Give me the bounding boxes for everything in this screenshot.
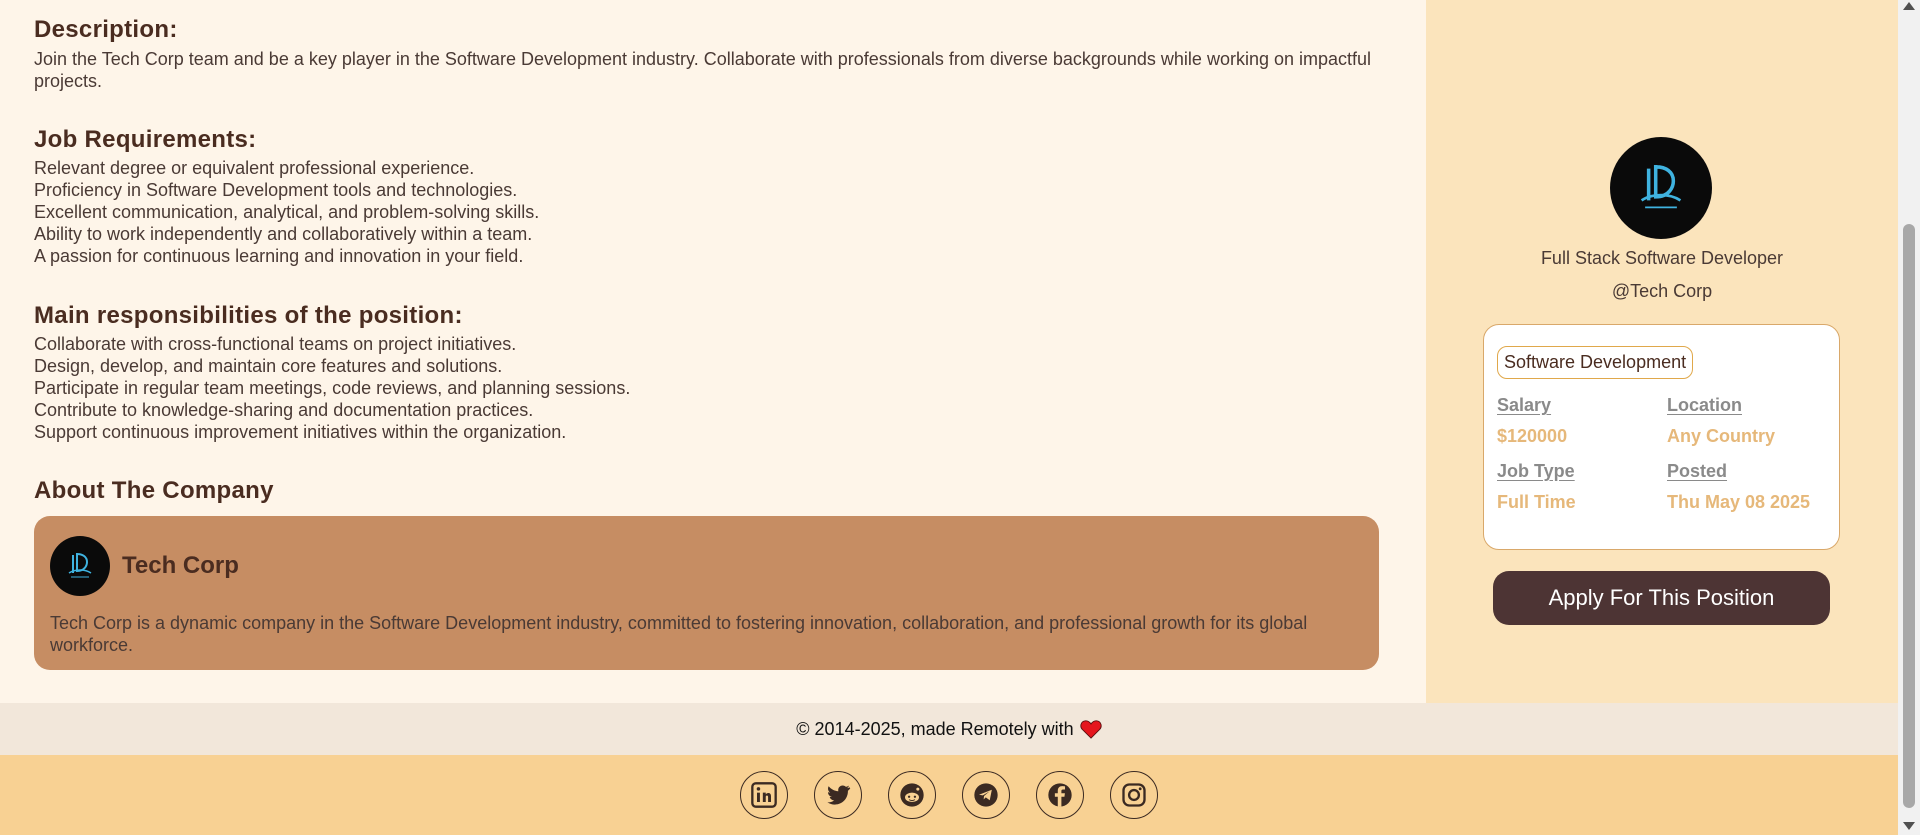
list-item: Design, develop, and maintain core featu…: [34, 356, 503, 376]
list-item: Relevant degree or equivalent profession…: [34, 158, 475, 178]
twitter-link[interactable]: [814, 771, 862, 819]
facebook-icon: [1048, 783, 1072, 807]
scroll-up-arrow-icon[interactable]: [1903, 2, 1915, 10]
list-item: Support continuous improvement initiativ…: [34, 422, 567, 442]
description-text: Join the Tech Corp team and be a key pla…: [34, 49, 1372, 91]
telegram-icon: [974, 783, 998, 807]
list-item: Excellent communication, analytical, and…: [34, 202, 540, 222]
job-type-value: Full Time: [1497, 492, 1576, 512]
instagram-icon: [1122, 783, 1146, 807]
posted-value: Thu May 08 2025: [1667, 492, 1811, 512]
list-item: A passion for continuous learning and in…: [34, 246, 524, 266]
requirements-heading: Job Requirements:: [34, 126, 257, 153]
heart-icon: [1080, 720, 1102, 739]
job-type-label: Job Type: [1497, 461, 1575, 481]
company-description: Tech Corp is a dynamic company in the So…: [50, 613, 1308, 655]
linkedin-icon: [751, 782, 777, 808]
instagram-link[interactable]: [1110, 771, 1158, 819]
company-logo-icon: [68, 553, 92, 578]
list-item: Ability to work independently and collab…: [34, 224, 533, 244]
page-scrollbar[interactable]: [1898, 0, 1920, 835]
footer-copyright: © 2014-2025, made Remotely with: [0, 703, 1898, 755]
location-value: Any Country: [1667, 426, 1775, 446]
company-name: Tech Corp: [122, 552, 239, 579]
about-company-heading: About The Company: [34, 477, 274, 504]
twitter-icon: [827, 785, 851, 805]
list-item: Collaborate with cross-functional teams …: [34, 334, 517, 354]
location-label: Location: [1667, 395, 1742, 415]
salary-value: $120000: [1497, 426, 1568, 446]
reddit-link[interactable]: [888, 771, 936, 819]
list-item: Participate in regular team meetings, co…: [34, 378, 631, 398]
responsibilities-heading: Main responsibilities of the position:: [34, 302, 463, 329]
job-info-card: Software Development Salary $120000 Loca…: [1483, 324, 1840, 550]
company-logo-icon: [1640, 165, 1682, 209]
footer-socials: [0, 755, 1898, 835]
apply-button[interactable]: Apply For This Position: [1493, 571, 1830, 625]
company-logo: [50, 536, 110, 596]
responsibilities-list: Collaborate with cross-functional teams …: [34, 333, 630, 443]
company-avatar: [1610, 137, 1712, 239]
linkedin-link[interactable]: [740, 771, 788, 819]
category-tag[interactable]: Software Development: [1497, 346, 1694, 379]
salary-label: Salary: [1497, 395, 1552, 415]
requirements-list: Relevant degree or equivalent profession…: [34, 157, 539, 267]
list-item: Contribute to knowledge-sharing and docu…: [34, 400, 534, 420]
copyright-text: © 2014-2025, made Remotely with: [796, 718, 1074, 739]
scrollbar-thumb[interactable]: [1903, 224, 1915, 808]
reddit-icon: [900, 783, 924, 807]
telegram-link[interactable]: [962, 771, 1010, 819]
company-card: Tech Corp Tech Corp is a dynamic company…: [34, 516, 1379, 670]
description-heading: Description:: [34, 16, 178, 43]
scroll-down-arrow-icon[interactable]: [1903, 822, 1915, 830]
list-item: Proficiency in Software Development tool…: [34, 180, 518, 200]
company-handle: @Tech Corp: [1611, 281, 1713, 301]
facebook-link[interactable]: [1036, 771, 1084, 819]
job-title: Full Stack Software Developer: [1540, 248, 1784, 268]
posted-label: Posted: [1667, 461, 1728, 481]
